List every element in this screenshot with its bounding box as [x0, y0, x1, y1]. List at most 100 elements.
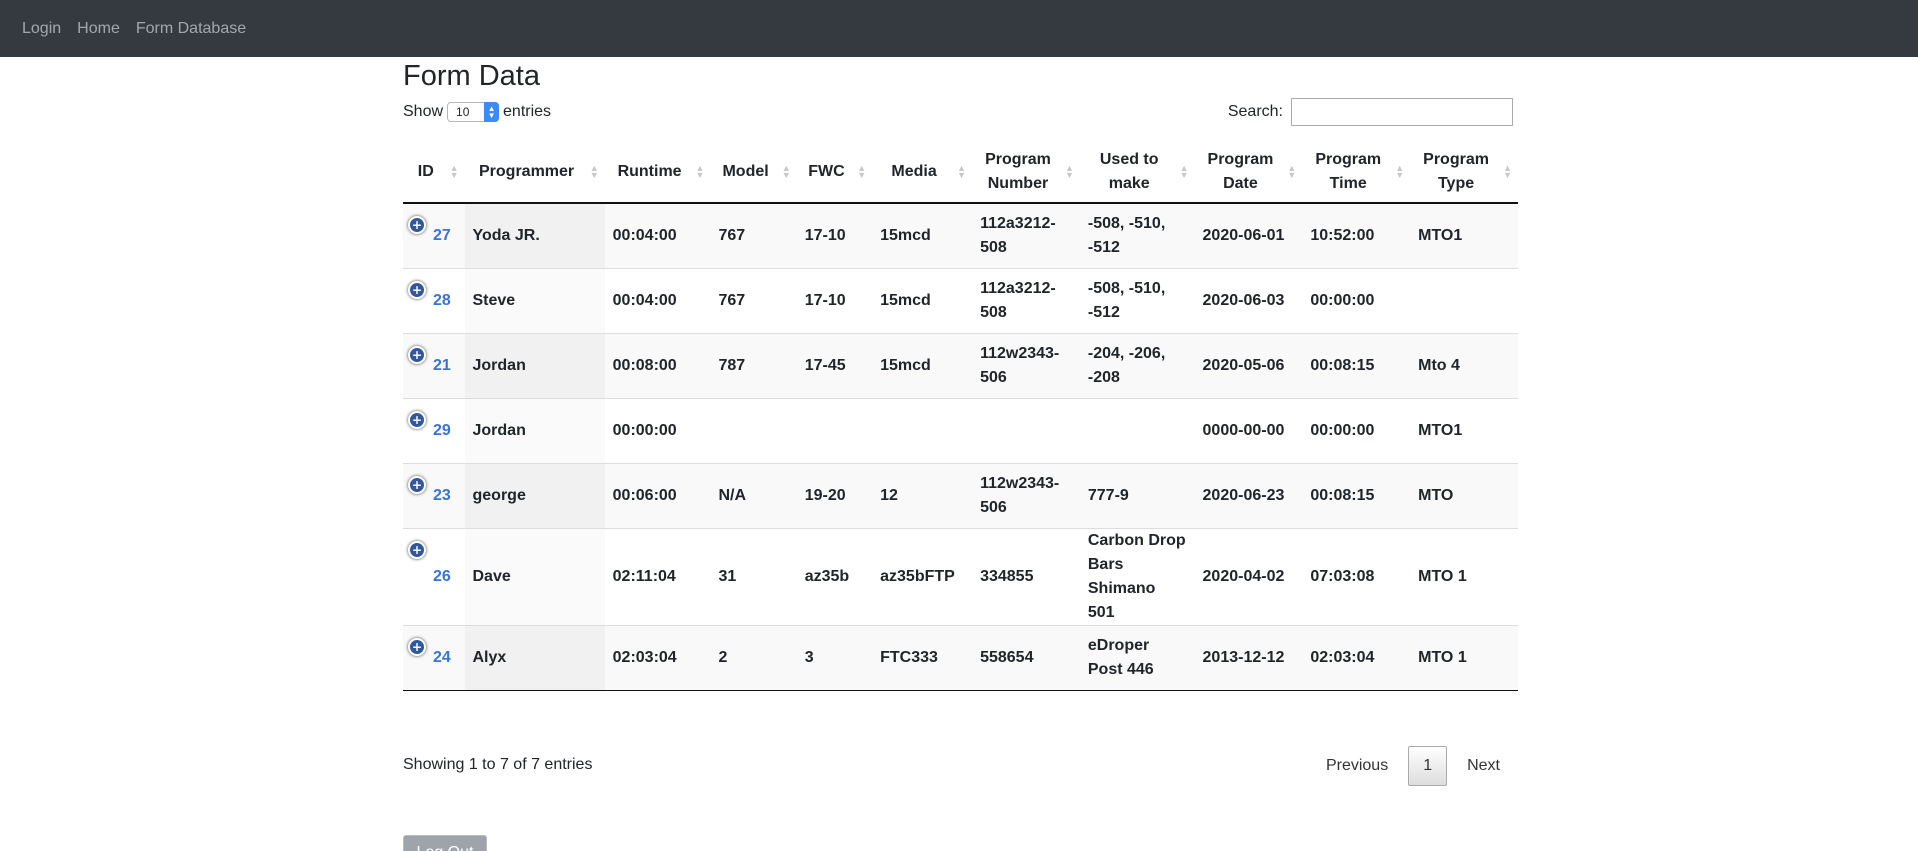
cell-program-number: 334855 — [972, 527, 1080, 625]
cell-program-time: 00:00:00 — [1302, 397, 1411, 463]
search-input[interactable] — [1291, 98, 1513, 126]
previous-button[interactable]: Previous — [1308, 757, 1406, 775]
row-id-link[interactable]: 29 — [433, 422, 451, 439]
cell-used-to-make: eDroper Post 446 — [1079, 624, 1195, 691]
th-runtime[interactable]: Runtime ▲ ▼ — [604, 141, 711, 204]
th-media[interactable]: Media ▲ ▼ — [872, 141, 973, 204]
page-1-button[interactable]: 1 — [1408, 746, 1448, 786]
cell-program-number: 112a3212-508 — [972, 202, 1080, 268]
th-program-date[interactable]: Program Date ▲ ▼ — [1194, 141, 1303, 204]
log-out-button[interactable]: Log Out — [403, 835, 487, 851]
show-label: Show — [403, 103, 444, 120]
row-id-link[interactable]: 27 — [433, 227, 451, 244]
expand-plus-icon[interactable]: + — [408, 410, 426, 429]
cell-media: 15mcd — [872, 332, 973, 398]
th-id[interactable]: ID ▲ ▼ — [403, 141, 465, 204]
cell-media: 15mcd — [872, 202, 973, 268]
cell-model: 2 — [710, 624, 797, 691]
sort-icon: ▲ ▼ — [449, 162, 459, 180]
table-row: +29 Jordan 00:00:00 0000-00-00 00:00:00 MTO1 — [403, 397, 1518, 463]
expand-plus-icon[interactable]: + — [408, 540, 426, 559]
cell-programmer: Jordan — [464, 397, 605, 463]
th-fwc[interactable]: FWC ▲ ▼ — [796, 141, 873, 204]
sort-icon: ▲ ▼ — [1395, 162, 1405, 180]
cell-media: 12 — [872, 462, 973, 528]
cell-program-type: MTO1 — [1410, 397, 1518, 463]
entries-length-control: Show 10 ▲ ▼ entries — [403, 99, 551, 125]
cell-used-to-make: 777-9 — [1079, 462, 1195, 528]
th-program-time[interactable]: Program Time ▲ ▼ — [1302, 141, 1411, 204]
cell-fwc: az35b — [796, 527, 873, 625]
row-id-link[interactable]: 24 — [433, 649, 451, 666]
cell-id[interactable]: +21 — [403, 332, 465, 398]
cell-program-type: MTO 1 — [1410, 624, 1518, 691]
cell-id[interactable]: +28 — [403, 267, 465, 333]
form-data-table: ID ▲ ▼ Programmer ▲ ▼ Runtime ▲ ▼ Model ▲ ▼ FWC ▲… — [403, 141, 1518, 691]
cell-used-to-make — [1079, 397, 1195, 463]
entries-select[interactable]: 10 ▲ ▼ — [447, 102, 500, 122]
cell-program-date: 2020-04-02 — [1194, 527, 1303, 625]
row-id-link[interactable]: 21 — [433, 357, 451, 374]
sort-icon: ▲ ▼ — [695, 162, 705, 180]
table-info: Showing 1 to 7 of 7 entries — [403, 756, 593, 773]
cell-program-time: 07:03:08 — [1302, 527, 1411, 625]
next-button[interactable]: Next — [1449, 757, 1518, 775]
th-used-to-make[interactable]: Used to make ▲ ▼ — [1079, 141, 1195, 204]
cell-program-number: 112w2343-506 — [972, 332, 1080, 398]
th-label: Program Number — [985, 150, 1051, 192]
cell-fwc — [796, 397, 873, 463]
cell-id[interactable]: +27 — [403, 202, 465, 268]
th-model[interactable]: Model ▲ ▼ — [710, 141, 797, 204]
cell-runtime: 00:04:00 — [604, 202, 711, 268]
cell-program-date: 2020-06-01 — [1194, 202, 1303, 268]
cell-media: 15mcd — [872, 267, 973, 333]
th-program-type[interactable]: Program Type ▲ ▼ — [1410, 141, 1518, 204]
expand-plus-icon[interactable]: + — [408, 637, 426, 656]
sort-icon: ▲ ▼ — [1064, 162, 1074, 180]
cell-runtime: 00:06:00 — [604, 462, 711, 528]
expand-plus-icon[interactable]: + — [408, 216, 426, 234]
sort-icon: ▲ ▼ — [857, 162, 867, 180]
cell-programmer: Steve — [464, 267, 605, 333]
expand-plus-icon[interactable]: + — [408, 475, 426, 494]
cell-media: FTC333 — [872, 624, 973, 691]
row-id-link[interactable]: 23 — [433, 487, 451, 504]
cell-used-to-make: Carbon Drop Bars Shimano 501 — [1079, 527, 1195, 625]
nav-form-database-link[interactable]: Form Database — [136, 0, 246, 57]
th-programmer[interactable]: Programmer ▲ ▼ — [464, 141, 605, 204]
cell-program-date: 2020-06-23 — [1194, 462, 1303, 528]
cell-runtime: 00:04:00 — [604, 267, 711, 333]
top-navbar: Login Home Form Database — [0, 0, 1918, 57]
row-id-link[interactable]: 28 — [433, 292, 451, 309]
pagination: Previous 1 Next — [1308, 746, 1518, 786]
page-title: Form Data — [403, 60, 540, 92]
nav-login-link[interactable]: Login — [22, 0, 61, 57]
cell-program-type — [1410, 267, 1518, 333]
cell-program-date: 2020-05-06 — [1194, 332, 1303, 398]
cell-media: az35bFTP — [872, 527, 973, 625]
cell-program-number: 558654 — [972, 624, 1080, 691]
cell-runtime: 00:00:00 — [604, 397, 711, 463]
expand-plus-icon[interactable]: + — [408, 280, 426, 299]
table-row: +21 Jordan 00:08:00 787 17-45 15mcd 112w2343-5… — [403, 332, 1518, 398]
cell-program-number — [972, 397, 1080, 463]
th-label: Program Time — [1315, 150, 1382, 192]
cell-program-type: MTO1 — [1410, 202, 1518, 268]
cell-fwc: 17-10 — [796, 267, 873, 333]
cell-programmer: Jordan — [464, 332, 605, 398]
cell-program-date: 2013-12-12 — [1194, 624, 1303, 691]
sort-icon: ▲ ▼ — [781, 162, 791, 180]
row-id-link[interactable]: 26 — [433, 568, 451, 585]
expand-plus-icon[interactable]: + — [408, 345, 426, 364]
cell-id[interactable]: +24 — [403, 624, 465, 691]
cell-fwc: 19-20 — [796, 462, 873, 528]
th-program-number[interactable]: Program Number ▲ ▼ — [972, 141, 1080, 204]
cell-id[interactable]: +26 — [403, 527, 465, 625]
th-label: Used to make — [1099, 150, 1159, 192]
cell-model: 767 — [710, 267, 797, 333]
nav-home-link[interactable]: Home — [77, 0, 120, 57]
cell-id[interactable]: +29 — [403, 397, 465, 463]
cell-program-number: 112w2343-506 — [972, 462, 1080, 528]
cell-fwc: 3 — [796, 624, 873, 691]
cell-id[interactable]: +23 — [403, 462, 465, 528]
